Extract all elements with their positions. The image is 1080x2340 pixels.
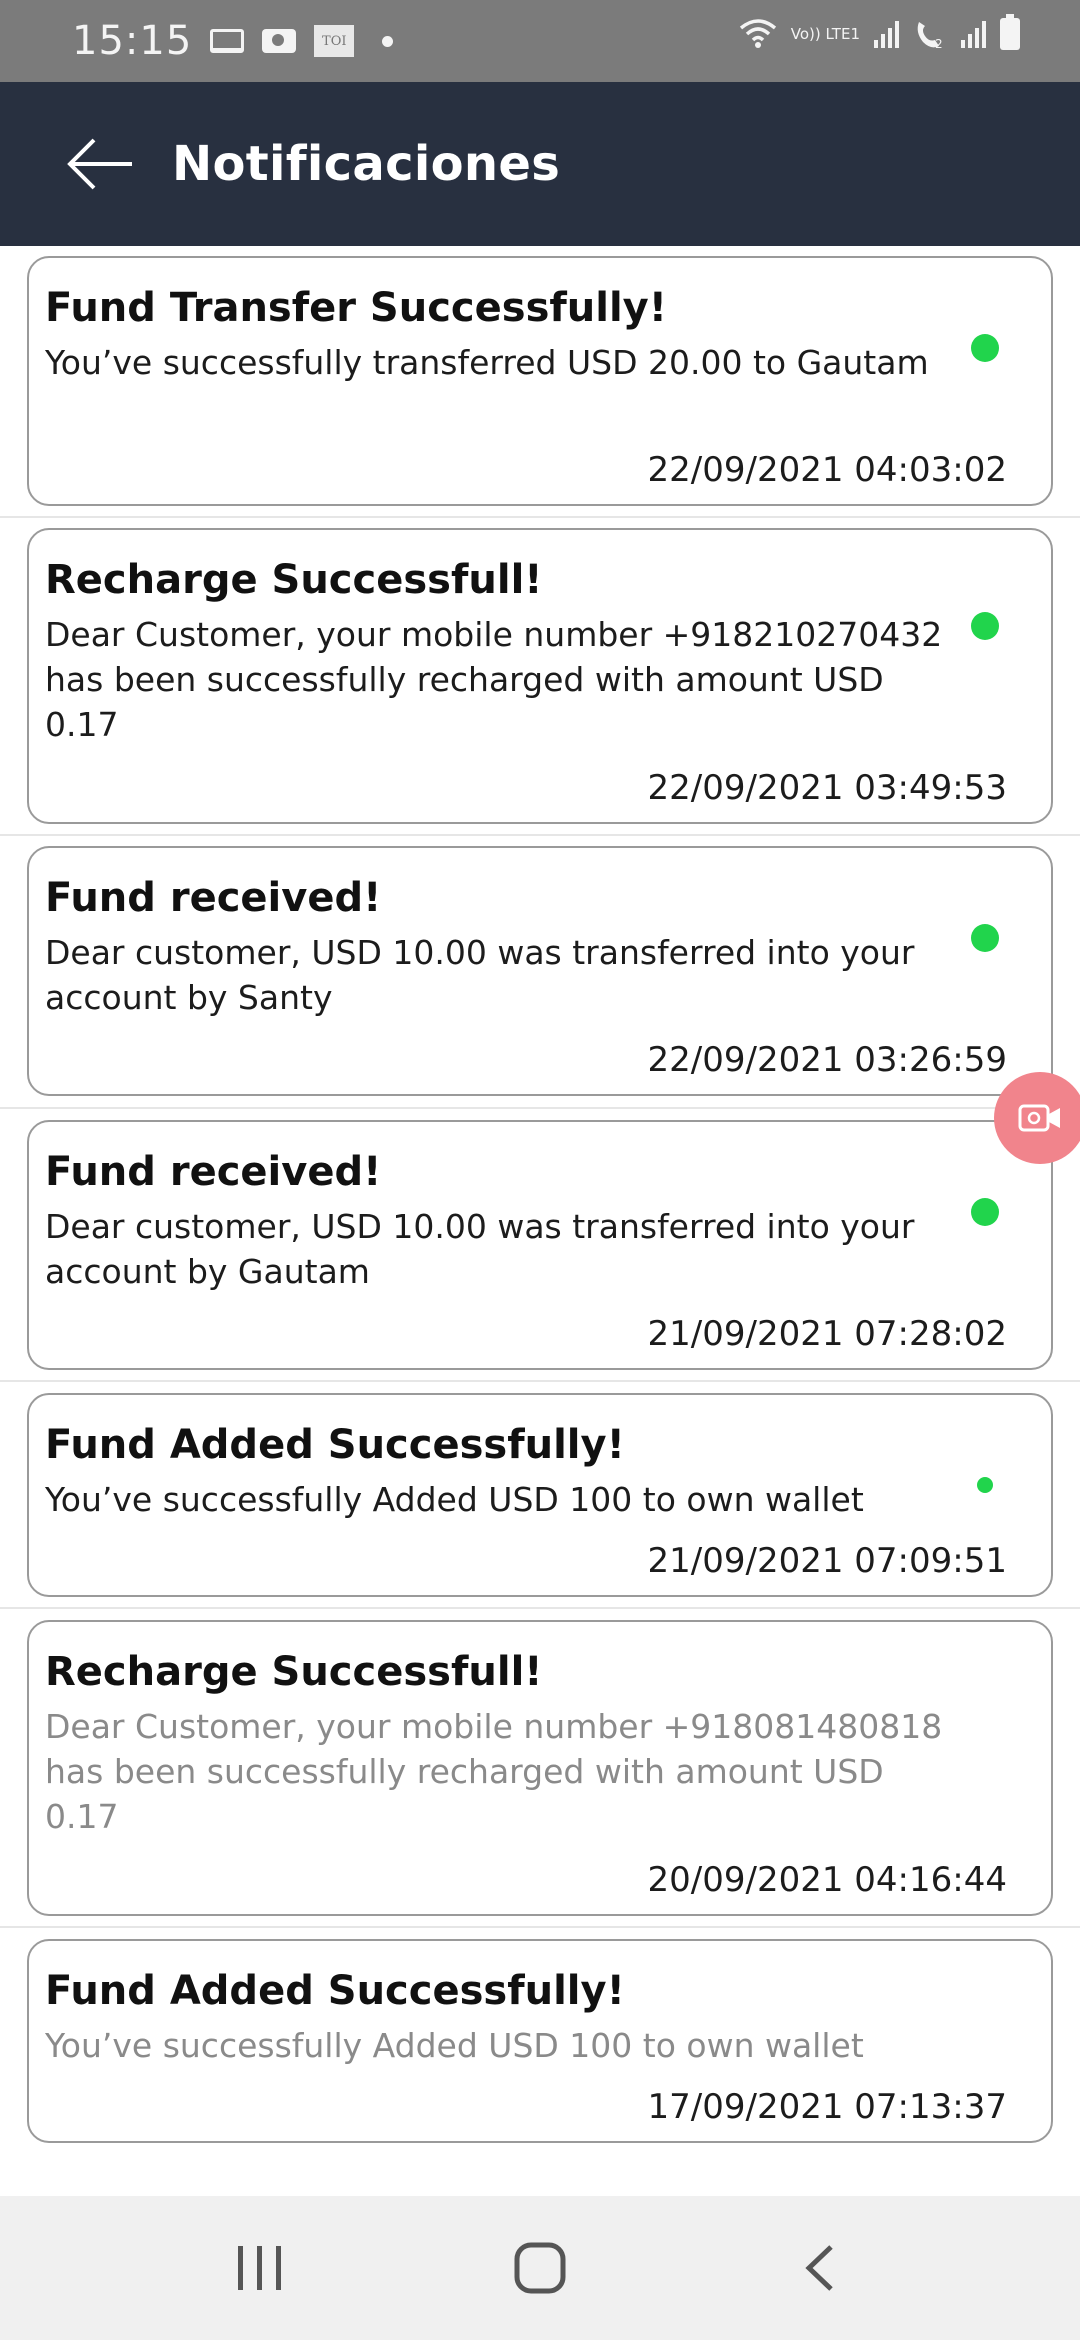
recent-apps-button[interactable] [200, 2218, 320, 2318]
navigation-bar [0, 2196, 1080, 2340]
notification-title: Recharge Successfull! [45, 1649, 543, 1695]
status-system-icons: Vo)) LTE1 2 [739, 14, 1020, 50]
notification-title: Fund Transfer Successfully! [45, 285, 667, 331]
notification-message: You’ve successfully Added USD 100 to own… [45, 2026, 864, 2065]
camera-icon [262, 29, 297, 53]
notification-card[interactable]: Recharge Successfull! Dear Customer, you… [27, 528, 1053, 824]
notification-title: Fund received! [45, 875, 382, 921]
notification-timestamp: 21/09/2021 07:28:02 [647, 1314, 1007, 1354]
unread-indicator [971, 1198, 999, 1226]
recent-apps-icon [238, 2246, 281, 2290]
notification-title: Fund received! [45, 1149, 382, 1195]
notification-message: Dear customer, USD 10.00 was transferred… [45, 1207, 915, 1291]
laptop-icon [210, 29, 245, 53]
notification-timestamp: 21/09/2021 07:09:51 [647, 1541, 1007, 1581]
notification-title: Recharge Successfull! [45, 557, 543, 603]
divider [0, 1926, 1080, 1928]
notification-card[interactable]: Fund received! Dear customer, USD 10.00 … [27, 1120, 1053, 1370]
app-bar: Notificaciones [0, 82, 1080, 246]
status-notification-icons: TOI [210, 25, 394, 57]
page-title: Notificaciones [172, 136, 561, 192]
home-button[interactable] [480, 2218, 600, 2318]
notification-card[interactable]: Fund Added Successfully! You’ve successf… [27, 1939, 1053, 2143]
arrow-left-icon [67, 138, 132, 190]
notification-message: Dear customer, USD 10.00 was transferred… [45, 933, 915, 1017]
unread-indicator [971, 612, 999, 640]
divider [0, 516, 1080, 518]
notification-timestamp: 20/09/2021 04:16:44 [647, 1860, 1007, 1900]
back-nav-button[interactable] [760, 2218, 880, 2318]
divider [0, 1607, 1080, 1609]
divider [0, 834, 1080, 836]
home-icon [514, 2242, 566, 2294]
notification-message: You’ve successfully Added USD 100 to own… [45, 1480, 864, 1519]
signal-icon-2 [961, 20, 986, 48]
screen-recorder-button[interactable] [994, 1072, 1080, 1164]
notification-timestamp: 22/09/2021 03:49:53 [647, 768, 1007, 808]
back-button[interactable] [40, 104, 160, 224]
notification-message: Dear Customer, your mobile number +91808… [45, 1707, 943, 1836]
notification-title: Fund Added Successfully! [45, 1968, 625, 2014]
toi-icon: TOI [314, 25, 355, 57]
back-icon [805, 2245, 833, 2291]
video-camera-icon [1018, 1104, 1060, 1132]
notification-card[interactable]: Fund received! Dear customer, USD 10.00 … [27, 846, 1053, 1096]
notification-message: You’ve successfully transferred USD 20.0… [45, 343, 929, 382]
wifi-calling-icon: 2 [917, 22, 943, 50]
status-time: 15:15 [72, 18, 193, 64]
status-bar: 15:15 TOI Vo)) LTE1 2 [0, 0, 1080, 82]
notification-title: Fund Added Successfully! [45, 1422, 625, 1468]
divider [0, 1380, 1080, 1382]
lte-label: Vo)) LTE1 [790, 25, 860, 43]
unread-indicator [971, 924, 999, 952]
notification-card[interactable]: Fund Transfer Successfully! You’ve succe… [27, 256, 1053, 506]
notification-timestamp: 17/09/2021 07:13:37 [647, 2087, 1007, 2127]
notification-timestamp: 22/09/2021 03:26:59 [647, 1040, 1007, 1080]
notification-card[interactable]: Recharge Successfull! Dear Customer, you… [27, 1620, 1053, 1916]
notification-message: Dear Customer, your mobile number +91821… [45, 615, 943, 744]
divider [0, 1107, 1080, 1109]
unread-indicator [971, 334, 999, 362]
unread-indicator [977, 1477, 993, 1493]
dot-icon [382, 35, 394, 47]
svg-text:2: 2 [935, 37, 943, 50]
notification-card[interactable]: Fund Added Successfully! You’ve successf… [27, 1393, 1053, 1597]
signal-icon [874, 20, 899, 48]
notification-timestamp: 22/09/2021 04:03:02 [647, 450, 1007, 490]
screen: 15:15 TOI Vo)) LTE1 2 Notificaciones Fun… [0, 0, 1080, 2340]
wifi-icon [739, 19, 776, 48]
battery-icon [1000, 14, 1020, 50]
